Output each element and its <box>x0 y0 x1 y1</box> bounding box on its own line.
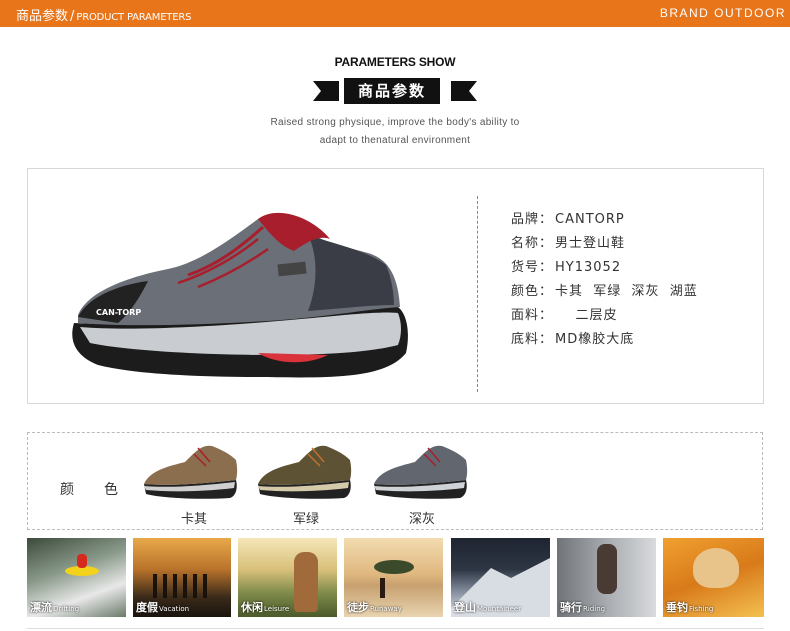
spec-sku-label: 货号： <box>511 260 554 275</box>
spec-brand-label: 品牌： <box>511 212 554 227</box>
spec-material-value: 二层皮 <box>555 308 618 323</box>
spec-sole-value: MD橡胶大底 <box>555 332 635 347</box>
section-title: PARAMETERS SHOW <box>334 55 456 69</box>
section-subtitle-line2: adapt to thenatural environment <box>319 135 471 146</box>
activity-tile-riding: 骑行Riding <box>557 538 656 617</box>
activity-label-mountaineer: 登山Mountaineer <box>454 601 522 614</box>
shoe-main-image: CAN-TORP <box>72 212 408 378</box>
spec-sku: 货号： HY13052 <box>511 256 621 275</box>
activity-label-leisure: 休闲Leisure <box>241 601 290 614</box>
header-bar: 商品参数 / PRODUCT PARAMETERS BRAND OUTDOOR <box>0 0 790 27</box>
color-army-green-label: 军绿 <box>292 512 319 527</box>
activity-label-drifting: 漂流Drifting <box>30 601 80 614</box>
activity-tile-fishing: 垂钓Fishing <box>663 538 764 617</box>
activity-tile-drifting: 漂流Drifting <box>27 538 126 617</box>
color-khaki-label: 卡其 <box>180 512 207 527</box>
spec-sku-value: HY13052 <box>555 260 622 275</box>
section-title-cn: 商品参数 <box>344 78 440 104</box>
spec-name: 名称： 男士登山鞋 <box>511 232 625 251</box>
activity-label-fishing: 垂钓Fishing <box>666 601 714 614</box>
spec-sole: 底料： MD橡胶大底 <box>511 328 634 347</box>
activity-tile-leisure: 休闲Leisure <box>238 538 337 617</box>
spec-divider <box>477 196 478 392</box>
spec-name-value: 男士登山鞋 <box>555 236 626 251</box>
spec-color: 颜色： 卡其 军绿 深灰 湖蓝 <box>511 280 698 299</box>
header-separator: / <box>70 9 75 24</box>
shoe-logo: CAN-TORP <box>96 308 141 317</box>
activity-strip: 漂流Drifting 度假Vacation 休闲Leisure 徒步Runawa… <box>27 538 764 617</box>
color-options-label: 颜色 <box>60 482 148 498</box>
header-title: 商品参数 / PRODUCT PARAMETERS <box>16 5 191 24</box>
spec-brand: 品牌： CANTORP <box>511 208 625 227</box>
section-subtitle-line1: Raised strong physique, improve the body… <box>270 117 520 128</box>
activity-label-riding: 骑行Riding <box>560 601 606 614</box>
spec-material-label: 面料： <box>511 308 554 323</box>
spec-material: 面料： 二层皮 <box>511 304 618 323</box>
bottom-divider <box>27 628 764 629</box>
activity-tile-runaway: 徒步Runaway <box>344 538 443 617</box>
spec-color-value: 卡其 军绿 深灰 湖蓝 <box>555 284 698 299</box>
header-title-cn: 商品参数 <box>16 9 69 24</box>
activity-label-vacation: 度假Vacation <box>136 601 190 614</box>
color-dark-grey-label: 深灰 <box>408 512 435 527</box>
header-brand: BRAND OUTDOOR <box>659 6 786 20</box>
spec-brand-value: CANTORP <box>555 212 625 227</box>
activity-label-runaway: 徒步Runaway <box>347 601 402 614</box>
spec-color-label: 颜色： <box>511 284 554 299</box>
header-title-en: PRODUCT PARAMETERS <box>76 12 192 23</box>
spec-sole-label: 底料： <box>511 332 554 347</box>
color-thumb-khaki[interactable] <box>140 440 240 500</box>
activity-tile-vacation: 度假Vacation <box>133 538 231 617</box>
color-thumb-army-green[interactable] <box>254 440 354 500</box>
activity-tile-mountaineer: 登山Mountaineer <box>451 538 550 617</box>
color-thumb-dark-grey[interactable] <box>370 440 470 500</box>
spec-name-label: 名称： <box>511 236 554 251</box>
